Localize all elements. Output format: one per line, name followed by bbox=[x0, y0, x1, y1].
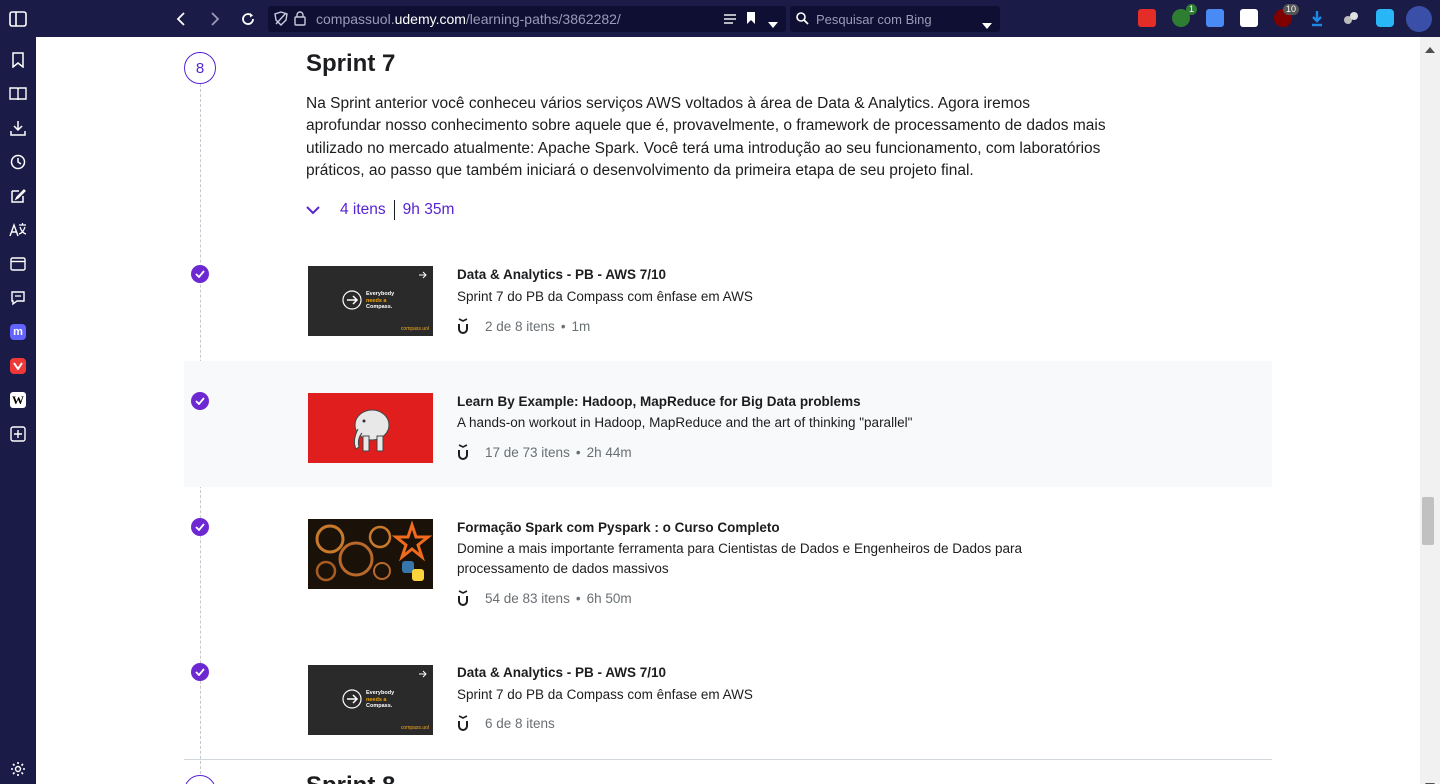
check-icon bbox=[191, 392, 209, 410]
course-thumbnail[interactable] bbox=[308, 393, 433, 463]
history-icon[interactable] bbox=[8, 152, 28, 172]
money-extension-icon[interactable]: 1 bbox=[1172, 4, 1197, 27]
course-thumbnail[interactable] bbox=[308, 519, 433, 589]
scrollbar-track[interactable] bbox=[1420, 37, 1440, 784]
section-divider bbox=[184, 759, 1272, 760]
course-subtitle: Sprint 7 do PB da Compass com ênfase em … bbox=[457, 289, 753, 304]
chat-icon[interactable] bbox=[8, 288, 28, 308]
bookmarks-icon[interactable] bbox=[8, 50, 28, 70]
sidebar-toggle-icon[interactable] bbox=[5, 6, 31, 32]
downloads-icon[interactable] bbox=[8, 118, 28, 138]
course-item[interactable]: Everybody needs a Compass. compass.uol D… bbox=[184, 633, 1272, 759]
course-meta: 2 de 8 itens • 1m bbox=[457, 318, 590, 334]
arrow-logo-icon bbox=[342, 290, 362, 310]
sprint-title: Sprint 7 bbox=[306, 50, 396, 77]
course-thumbnail[interactable]: Everybody needs a Compass. compass.uol bbox=[308, 266, 433, 336]
next-step-number bbox=[184, 775, 216, 784]
notes-icon[interactable] bbox=[8, 186, 28, 206]
chat-extension-icon[interactable] bbox=[1376, 9, 1394, 27]
hadoop-elephant-icon bbox=[353, 409, 390, 452]
course-meta: 6 de 8 itens bbox=[457, 715, 555, 731]
lock-icon[interactable] bbox=[294, 11, 306, 31]
udemy-logo-icon bbox=[457, 318, 471, 334]
wikipedia-icon[interactable]: W bbox=[8, 390, 28, 410]
forward-icon[interactable] bbox=[202, 6, 228, 32]
url-text[interactable]: compassuol.udemy.com/learning-paths/3862… bbox=[316, 11, 621, 27]
address-bar[interactable]: compassuol.udemy.com/learning-paths/3862… bbox=[268, 6, 786, 32]
udemy-logo-icon bbox=[457, 444, 471, 460]
scroll-down-icon[interactable] bbox=[1425, 776, 1435, 784]
small-arrow-icon bbox=[419, 670, 427, 678]
url-dropdown-icon[interactable] bbox=[768, 15, 778, 33]
bookmark-page-icon[interactable] bbox=[746, 11, 756, 30]
thumb-slogan: Everybody needs a Compass. bbox=[366, 291, 395, 310]
next-sprint-title: Sprint 8 bbox=[306, 772, 395, 784]
chevron-down-icon[interactable] bbox=[306, 205, 328, 215]
window-panel-icon[interactable] bbox=[8, 254, 28, 274]
search-bar[interactable]: Pesquisar com Bing bbox=[790, 6, 1000, 32]
separator bbox=[393, 200, 395, 220]
sprint-description: Na Sprint anterior você conheceu vários … bbox=[306, 95, 1106, 180]
spark-gears-icon bbox=[315, 520, 433, 582]
ublock-extension-icon[interactable]: 10 bbox=[1274, 4, 1299, 27]
sprint-items-toggle[interactable]: 4 itens 9h 35m bbox=[306, 199, 454, 221]
vivaldi-icon[interactable] bbox=[8, 356, 28, 376]
course-title[interactable]: Data & Analytics - PB - AWS 7/10 bbox=[457, 665, 666, 680]
course-subtitle: Domine a mais importante ferramenta para… bbox=[457, 541, 1023, 576]
udemy-logo-icon bbox=[457, 590, 471, 606]
course-item[interactable]: Formação Spark com Pyspark : o Curso Com… bbox=[184, 487, 1272, 633]
course-subtitle: A hands-on workout in Hadoop, MapReduce … bbox=[457, 415, 913, 430]
step-number: 8 bbox=[184, 52, 216, 84]
arrow-logo-icon bbox=[342, 689, 362, 709]
back-icon[interactable] bbox=[168, 6, 194, 32]
thumb-brand: compass.uol bbox=[400, 326, 429, 332]
course-meta: 17 de 73 itens • 2h 44m bbox=[457, 444, 632, 460]
browser-sidebar: m W bbox=[0, 37, 36, 784]
thumb-slogan: Everybody needs a Compass. bbox=[366, 690, 395, 709]
course-title[interactable]: Data & Analytics - PB - AWS 7/10 bbox=[457, 267, 666, 282]
course-title[interactable]: Learn By Example: Hadoop, MapReduce for … bbox=[457, 394, 861, 409]
course-title[interactable]: Formação Spark com Pyspark : o Curso Com… bbox=[457, 520, 780, 535]
translate-icon[interactable] bbox=[8, 220, 28, 240]
avatar[interactable] bbox=[1406, 6, 1432, 32]
udemy-logo-icon bbox=[457, 715, 471, 731]
reader-view-icon[interactable] bbox=[724, 12, 736, 30]
course-item[interactable]: Learn By Example: Hadoop, MapReduce for … bbox=[184, 361, 1272, 487]
search-engine-dropdown-icon[interactable] bbox=[982, 16, 992, 34]
check-icon bbox=[191, 518, 209, 536]
course-meta: 54 de 83 itens • 6h 50m bbox=[457, 590, 632, 606]
reading-list-icon[interactable] bbox=[8, 84, 28, 104]
check-icon bbox=[191, 265, 209, 283]
download-extension-icon[interactable] bbox=[1308, 9, 1326, 27]
thumb-brand: compass.uol bbox=[400, 725, 429, 731]
small-arrow-icon bbox=[419, 271, 427, 279]
tracking-shield-icon[interactable] bbox=[274, 11, 288, 31]
browser-toolbar: compassuol.udemy.com/learning-paths/3862… bbox=[0, 0, 1440, 37]
course-thumbnail[interactable]: Everybody needs a Compass. compass.uol bbox=[308, 665, 433, 735]
scroll-up-icon[interactable] bbox=[1425, 40, 1435, 58]
sprint-duration: 9h 35m bbox=[402, 201, 455, 218]
add-panel-icon[interactable] bbox=[8, 424, 28, 444]
mastodon-icon[interactable]: m bbox=[8, 322, 28, 342]
check-icon bbox=[191, 663, 209, 681]
youtube-extension-icon[interactable] bbox=[1138, 9, 1156, 27]
translate-extension-icon[interactable] bbox=[1206, 9, 1224, 27]
search-icon bbox=[796, 12, 812, 31]
notion-extension-icon[interactable] bbox=[1240, 9, 1258, 27]
reload-icon[interactable] bbox=[235, 6, 261, 32]
items-count: 4 itens bbox=[340, 201, 386, 218]
extension-icon[interactable] bbox=[1342, 9, 1360, 27]
course-subtitle: Sprint 7 do PB da Compass com ênfase em … bbox=[457, 687, 753, 702]
settings-gear-icon[interactable] bbox=[8, 759, 28, 779]
course-item[interactable]: Everybody needs a Compass. compass.uol D… bbox=[184, 235, 1272, 361]
scrollbar-thumb[interactable] bbox=[1422, 497, 1434, 545]
search-placeholder: Pesquisar com Bing bbox=[816, 12, 932, 27]
